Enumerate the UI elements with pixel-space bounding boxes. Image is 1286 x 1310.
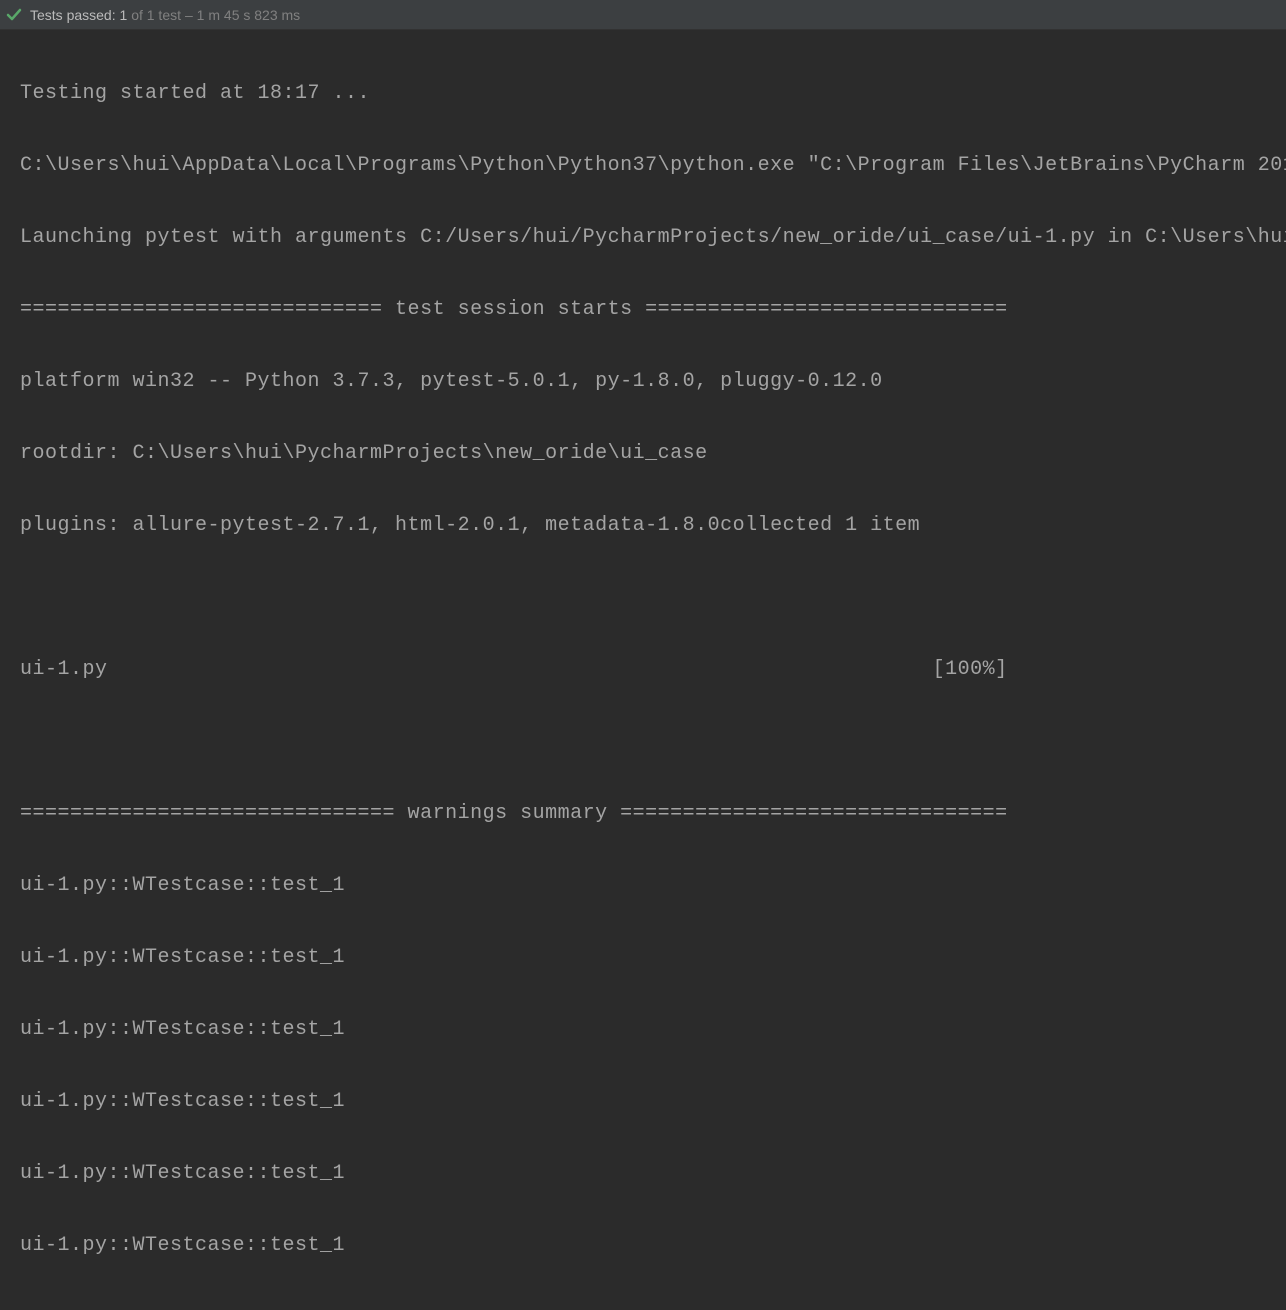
console-output[interactable]: Testing started at 18:17 ... C:\Users\hu… xyxy=(0,30,1286,1310)
console-line: ============================== warnings … xyxy=(20,796,1266,832)
console-line xyxy=(20,580,1266,616)
console-line: ui-1.py::WTestcase::test_1 xyxy=(20,1012,1266,1048)
console-line: ui-1.py::WTestcase::test_1 xyxy=(20,1084,1266,1120)
console-line: Launching pytest with arguments C:/Users… xyxy=(20,220,1266,256)
tests-duration: – 1 m 45 s 823 ms xyxy=(185,7,300,23)
console-line: rootdir: C:\Users\hui\PycharmProjects\ne… xyxy=(20,436,1266,472)
console-line: ui-1.py [100%] xyxy=(20,652,1266,688)
test-status-bar: Tests passed: 1 of 1 test – 1 m 45 s 823… xyxy=(0,0,1286,30)
console-line: platform win32 -- Python 3.7.3, pytest-5… xyxy=(20,364,1266,400)
console-line: plugins: allure-pytest-2.7.1, html-2.0.1… xyxy=(20,508,1266,544)
console-line: C:\Users\hui\AppData\Local\Programs\Pyth… xyxy=(20,148,1266,184)
tests-total-label: of 1 test xyxy=(131,7,181,23)
console-line: Testing started at 18:17 ... xyxy=(20,76,1266,112)
console-line: ui-1.py::WTestcase::test_1 xyxy=(20,868,1266,904)
console-line: ============================= test sessi… xyxy=(20,292,1266,328)
console-line xyxy=(20,724,1266,760)
check-icon xyxy=(6,7,22,23)
tests-passed-label: Tests passed: xyxy=(30,7,116,23)
console-line: ui-1.py::WTestcase::test_1 xyxy=(20,1156,1266,1192)
console-line: ui-1.py::WTestcase::test_1 xyxy=(20,1228,1266,1264)
tests-passed-count: 1 xyxy=(120,7,128,23)
console-line: ui-1.py::WTestcase::test_1 xyxy=(20,940,1266,976)
